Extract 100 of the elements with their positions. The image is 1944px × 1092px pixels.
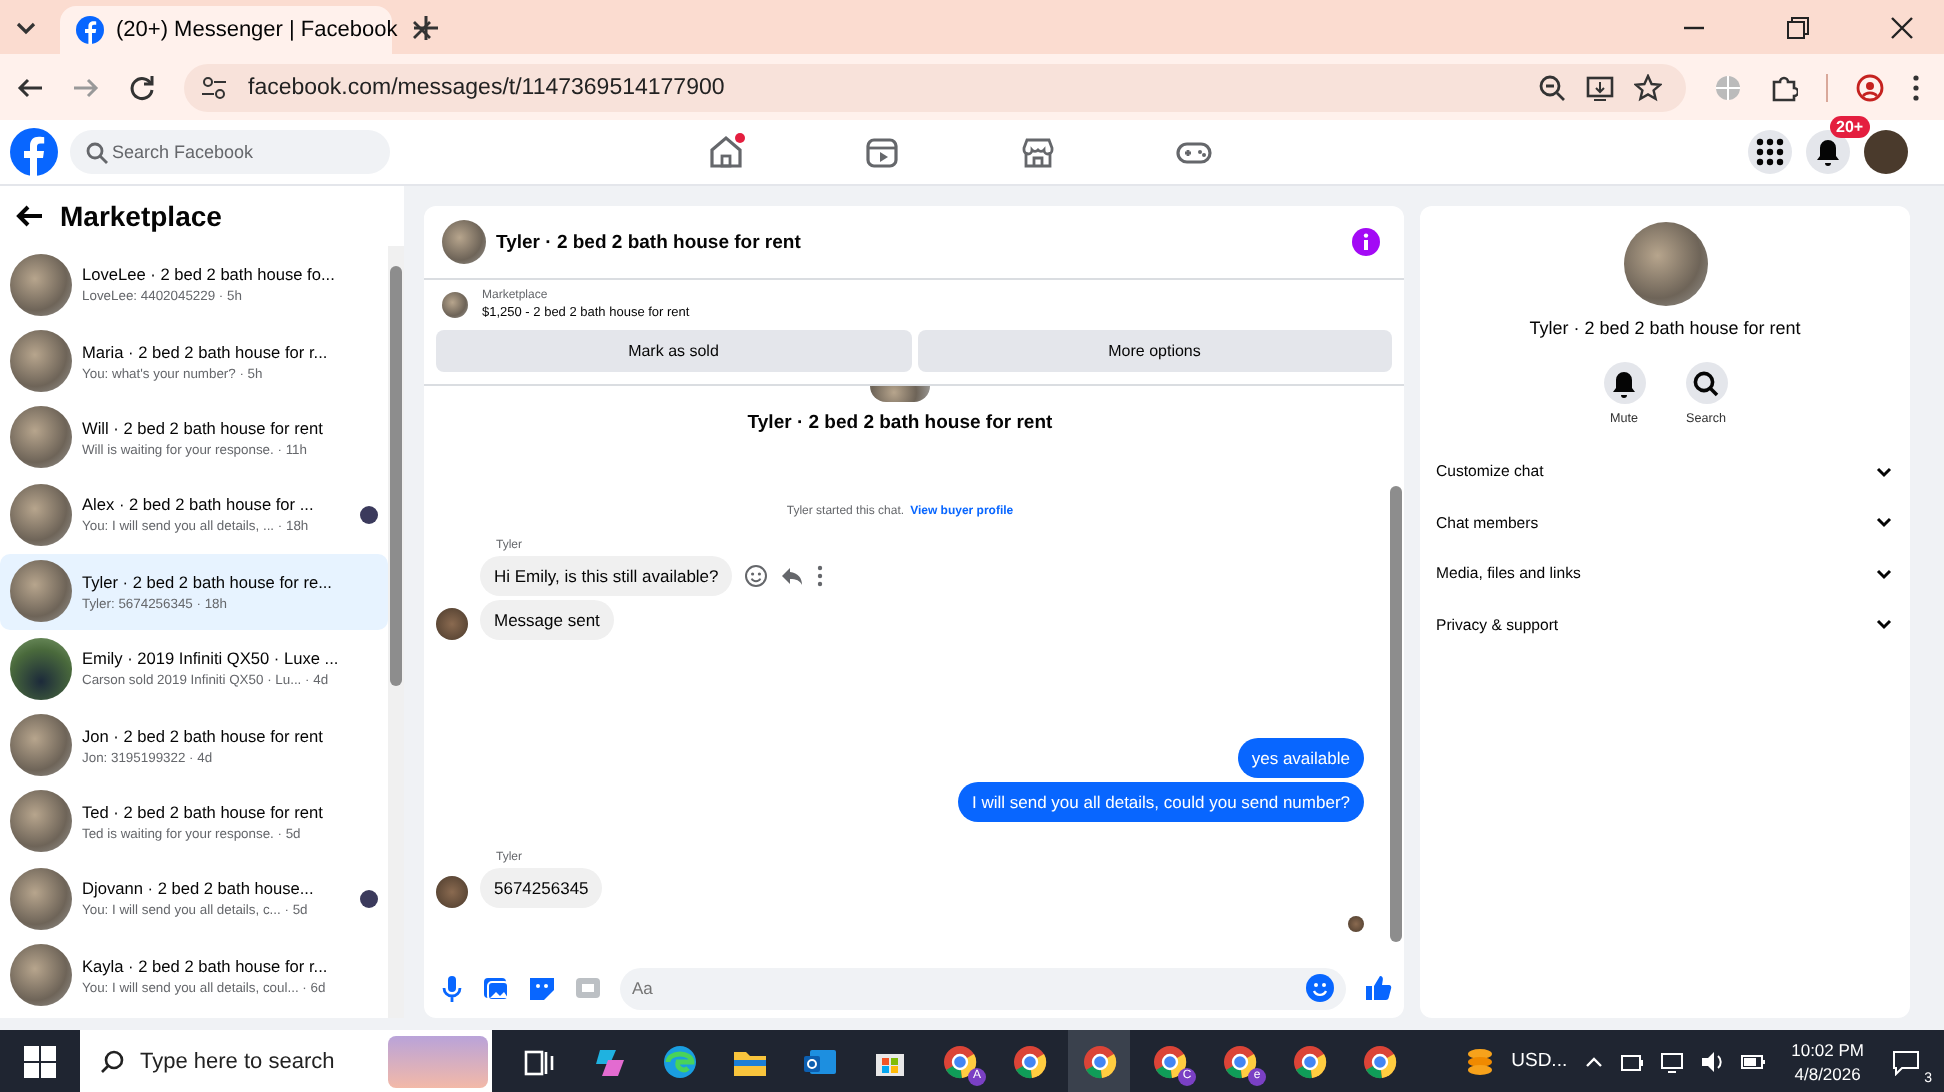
- conversation-title: Kayla · 2 bed 2 bath house for r...: [82, 955, 330, 976]
- search-icon: [100, 1050, 124, 1074]
- sidebar-title: Marketplace: [60, 200, 222, 232]
- microphone-icon[interactable]: [440, 974, 464, 1002]
- battery-icon[interactable]: [1739, 1049, 1768, 1073]
- photo-placeholder: [10, 714, 72, 777]
- conversation-title: Djovann · 2 bed 2 bath house...: [82, 878, 316, 899]
- conversation-title: Maria · 2 bed 2 bath house for r...: [82, 341, 330, 362]
- install-icon[interactable]: [1586, 73, 1614, 101]
- new-tab-icon[interactable]: [412, 13, 440, 41]
- photo-placeholder: [442, 292, 468, 318]
- message-input[interactable]: Aa: [620, 967, 1346, 1009]
- photo-placeholder: [442, 220, 486, 264]
- scrollbar-thumb[interactable]: [1390, 486, 1402, 942]
- tab-title: (20+) Messenger | Facebook: [116, 18, 398, 42]
- message-bubble: yes available: [1237, 738, 1364, 778]
- close-icon[interactable]: [409, 18, 434, 42]
- car-photo-placeholder: [10, 637, 72, 700]
- action-button[interactable]: Mark as sold: [436, 330, 911, 372]
- forward-icon[interactable]: [72, 73, 100, 101]
- chevron-down-icon: [1874, 614, 1894, 635]
- chrome-icon: [1151, 1043, 1187, 1079]
- account-avatar[interactable]: [1864, 130, 1908, 174]
- edge-icon: [661, 1043, 697, 1079]
- photo-placeholder: [10, 330, 72, 393]
- currency-widget[interactable]: USD...: [1511, 1050, 1568, 1072]
- home-icon[interactable]: [706, 132, 746, 172]
- close-icon[interactable]: [1888, 13, 1916, 41]
- seen-avatar: [360, 505, 378, 524]
- reload-icon[interactable]: [128, 73, 156, 101]
- photo-placeholder: [1623, 222, 1707, 306]
- bell-icon: [1610, 369, 1638, 397]
- bell-icon: [1814, 138, 1842, 166]
- reply-icon[interactable]: [780, 564, 805, 588]
- chrome-icon: [1221, 1043, 1257, 1079]
- back-arrow-icon[interactable]: [16, 202, 44, 230]
- profile-icon[interactable]: [1856, 73, 1884, 101]
- clock-time[interactable]: 10:02 PM: [1791, 1039, 1864, 1059]
- avatar: [436, 608, 468, 640]
- site-settings-icon[interactable]: [200, 73, 228, 101]
- facebook-icon: [76, 16, 104, 44]
- chat-title: Tyler · 2 bed 2 bath house for rent: [496, 231, 801, 253]
- chrome-icon: [1291, 1043, 1327, 1079]
- conversation-title: Tyler · 2 bed 2 bath house for re...: [82, 571, 334, 592]
- chevron-down-icon: [1874, 512, 1894, 533]
- conversation-title: LoveLee · 2 bed 2 bath house fo...: [82, 264, 337, 285]
- search-icon: [86, 142, 108, 164]
- taskbar-app[interactable]: [1068, 1030, 1130, 1092]
- info-icon[interactable]: [1352, 228, 1380, 256]
- image-icon[interactable]: [482, 974, 510, 1002]
- action-button[interactable]: More options: [917, 330, 1392, 372]
- address-field[interactable]: facebook.com/messages/t/1147369514177900: [184, 63, 1686, 111]
- puzzle-icon[interactable]: [1770, 73, 1798, 101]
- facebook-logo[interactable]: [10, 128, 58, 176]
- chat-bubble-icon[interactable]: [1892, 1047, 1920, 1075]
- back-icon[interactable]: [16, 73, 44, 101]
- emoji-icon[interactable]: [744, 564, 769, 588]
- photo-placeholder: [10, 790, 72, 853]
- restore-icon[interactable]: [1784, 13, 1812, 41]
- seen-avatar: [360, 889, 378, 908]
- search-icon: [1692, 369, 1720, 397]
- conversation-title: Jon · 2 bed 2 bath house for rent: [82, 725, 325, 746]
- search-field[interactable]: Search Facebook: [70, 130, 390, 174]
- thumbs-up-icon[interactable]: [1364, 974, 1392, 1002]
- conversation-title: Alex · 2 bed 2 bath house for ...: [82, 494, 316, 515]
- battery-icon[interactable]: [1619, 1049, 1644, 1073]
- url-text: facebook.com/messages/t/1147369514177900: [248, 75, 725, 99]
- search-button[interactable]: [1685, 362, 1727, 404]
- menu-button[interactable]: [1748, 130, 1792, 174]
- message-bubble: 5674256345: [480, 868, 603, 908]
- conversation-title: Will · 2 bed 2 bath house for rent: [82, 417, 325, 438]
- more-icon[interactable]: [1912, 73, 1920, 101]
- zoom-icon[interactable]: [1538, 73, 1566, 101]
- sticker-icon[interactable]: [528, 974, 556, 1002]
- conversation-title: Emily · 2019 Infiniti QX50 · Luxe ...: [82, 648, 341, 669]
- city-skyline-picture: [388, 1036, 488, 1088]
- notifications-button[interactable]: [1806, 130, 1850, 174]
- coins-icon[interactable]: [1463, 1045, 1496, 1077]
- conversation-title: Ted · 2 bed 2 bath house for rent: [82, 801, 325, 822]
- chrome-icon: [1081, 1043, 1117, 1079]
- chrome-icon: [1361, 1043, 1397, 1079]
- clock-date[interactable]: 4/8/2026: [1794, 1063, 1861, 1083]
- windows-icon[interactable]: [24, 1045, 56, 1077]
- more-icon[interactable]: [816, 564, 825, 588]
- photo-placeholder: [10, 867, 72, 930]
- star-icon[interactable]: [1634, 73, 1662, 101]
- emoji-icon[interactable]: [1306, 974, 1334, 1002]
- photo-placeholder: [870, 386, 930, 402]
- message-bubble: Message sent: [480, 600, 614, 640]
- scrollbar-thumb[interactable]: [390, 266, 402, 686]
- speaker-icon[interactable]: [1699, 1049, 1724, 1073]
- conversation-title: Tyler · 2 bed 2 bath house for rent: [1529, 318, 1801, 338]
- notification-badge: 20+: [1830, 116, 1870, 138]
- photo-placeholder: [10, 560, 72, 623]
- grid-icon: [1756, 138, 1784, 166]
- bell-button[interactable]: [1603, 362, 1645, 404]
- video-icon[interactable]: [862, 132, 902, 172]
- photo-placeholder: [10, 944, 72, 1007]
- photo-placeholder: [10, 406, 72, 469]
- message-bubble: Hi Emily, is this still available?: [480, 556, 733, 596]
